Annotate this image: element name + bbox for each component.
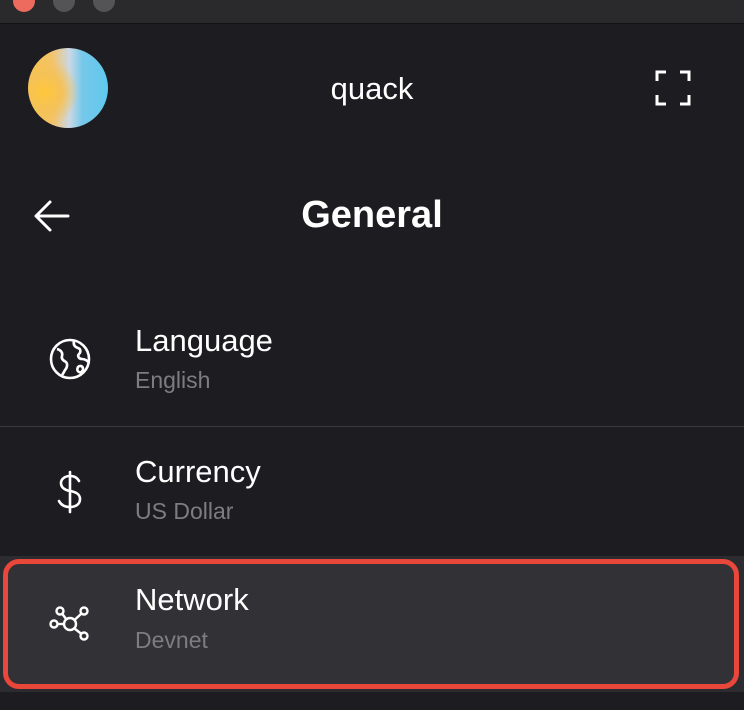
page-header: General: [0, 170, 744, 260]
close-window-button[interactable]: [13, 0, 35, 12]
settings-list: Language English Currency US Dollar Netw…: [0, 296, 744, 692]
minimize-window-button[interactable]: [53, 0, 75, 12]
settings-item-language[interactable]: Language English: [0, 296, 744, 426]
app-header: quack: [0, 25, 744, 151]
window-titlebar: [0, 0, 744, 24]
settings-item-label: Currency: [135, 454, 261, 489]
settings-item-currency[interactable]: Currency US Dollar: [0, 426, 744, 556]
settings-item-value: US Dollar: [135, 498, 234, 524]
settings-item-network[interactable]: Network Devnet: [0, 556, 744, 692]
page-title: General: [301, 194, 443, 236]
settings-item-label: Language: [135, 323, 273, 358]
wallet-name[interactable]: quack: [0, 71, 744, 107]
selected-highlight: [3, 559, 739, 689]
settings-item-value: Devnet: [135, 627, 208, 653]
network-icon: [48, 600, 92, 644]
expand-icon[interactable]: [655, 70, 691, 106]
globe-icon: [48, 337, 92, 381]
settings-item-label: Network: [135, 582, 249, 617]
maximize-window-button[interactable]: [93, 0, 115, 12]
dollar-icon: [48, 470, 92, 514]
settings-item-value: English: [135, 367, 211, 393]
